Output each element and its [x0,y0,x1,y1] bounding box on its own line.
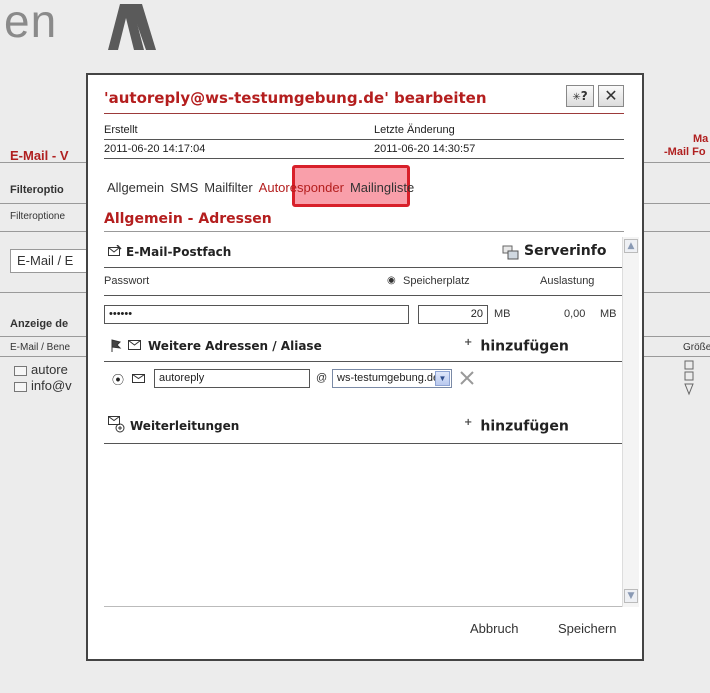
tab-sms[interactable]: SMS [167,177,201,198]
background-column-size: Größe [683,342,710,353]
forward-mail-icon [108,416,125,433]
save-button[interactable]: Speichern [558,621,617,636]
background-logo-text: en [4,0,58,47]
password-field[interactable]: •••••• [104,305,409,324]
background-right-subtitle: -Mail Fo [664,146,706,158]
meta-divider [104,158,624,159]
usage-label: Auslastung [540,275,595,287]
content-scroll-area: E-Mail-Postfach Serverinfo Passwort ◉ Sp… [104,237,624,607]
cancel-button[interactable]: Abbruch [470,621,518,636]
add-alias-button[interactable]: + hinzufügen [464,337,569,355]
serverinfo-icon [502,245,519,260]
usage-unit: MB [600,308,617,320]
mailbox-icon [14,381,27,392]
alias-mail-icon [128,340,141,350]
storage-unit: MB [494,308,511,320]
tab-allgemein[interactable]: Allgemein [104,177,167,198]
at-sign: @ [316,372,328,384]
background-right-title: Ma [693,133,709,145]
mailbox-edit-icon [108,245,122,256]
background-display-heading: Anzeige de [10,318,69,330]
edit-mailbox-dialog: 'autoreply@ws-testumgebung.de' bearbeite… [86,73,644,661]
help-button[interactable]: ✳? [566,85,594,107]
plus-icon: + [464,417,473,428]
created-value: 2011-06-20 14:17:04 [104,143,206,155]
close-icon: ✕ [604,86,618,105]
forwards-heading: Weiterleitungen [130,419,240,433]
background-mail-row[interactable]: autore [14,362,68,377]
divider [104,361,622,362]
mailbox-heading: E-Mail-Postfach [126,245,232,259]
storage-input[interactable]: 20 [418,305,488,324]
aliases-heading: Weitere Adressen / Aliase [148,339,322,353]
delete-alias-icon[interactable] [460,371,474,385]
divider [104,267,622,268]
divider [104,295,622,296]
background-filter-heading: Filteroptio [10,184,64,196]
alias-flag-icon [111,339,122,352]
help-cursor-icon: ✳ [572,92,581,103]
scroll-up-icon[interactable]: ▲ [624,239,638,253]
dialog-title: 'autoreply@ws-testumgebung.de' bearbeite… [104,89,487,107]
close-button[interactable]: ✕ [598,85,624,107]
eye-icon[interactable]: ◉ [387,275,396,286]
background-column-email: E-Mail / Bene [10,342,71,353]
tab-mailingliste[interactable]: Mailingliste [347,177,417,198]
scroll-down-icon[interactable]: ▼ [624,589,638,603]
forwards-heading-row: Weiterleitungen + hinzufügen [104,413,622,437]
background-row-action-icons [684,360,694,396]
title-underline [104,113,624,114]
modified-value: 2011-06-20 14:30:57 [374,143,476,155]
serverinfo-link[interactable]: Serverinfo [524,243,606,259]
tab-mailfilter[interactable]: Mailfilter [201,177,255,198]
tab-autoresponder[interactable]: Autoresponder [256,177,347,198]
background-mail-row[interactable]: info@v [14,378,72,393]
alias-radio[interactable]: ⦿ [112,371,124,388]
usage-value: 0,00 [564,308,586,320]
background-logo-mark [108,4,156,50]
modified-label: Letzte Änderung [374,124,455,136]
mailbox-labels-row: Passwort ◉ Speicherplatz Auslastung [104,275,622,291]
meta-info: Erstellt Letzte Änderung 2011-06-20 14:1… [104,121,624,159]
vertical-scrollbar[interactable]: ▲ ▼ [622,237,639,607]
divider [104,443,622,444]
add-forward-button[interactable]: + hinzufügen [464,417,569,435]
alias-mail-icon [132,374,145,383]
background-select[interactable]: E-Mail / E [10,249,92,273]
background-filter-sub: Filteroptione [10,211,66,222]
mailbox-icon [14,365,27,376]
section-title: Allgemein - Adressen [104,211,272,227]
chevron-down-icon: ▼ [435,371,450,386]
tab-bar: Allgemein SMS Mailfilter Autoresponder M… [104,177,417,198]
aliases-heading-row: Weitere Adressen / Aliase + hinzufügen [104,335,622,357]
alias-local-part-field[interactable]: autoreply [154,369,310,388]
storage-label: Speicherplatz [403,275,470,287]
created-label: Erstellt [104,124,138,136]
alias-domain-select[interactable]: ws-testumgebung.de ▼ [332,369,452,388]
background-page-title: E-Mail - V [10,148,69,163]
section-underline [104,231,624,232]
password-label: Passwort [104,275,150,287]
mailbox-heading-row: E-Mail-Postfach Serverinfo [104,243,622,263]
plus-icon: + [464,337,473,348]
